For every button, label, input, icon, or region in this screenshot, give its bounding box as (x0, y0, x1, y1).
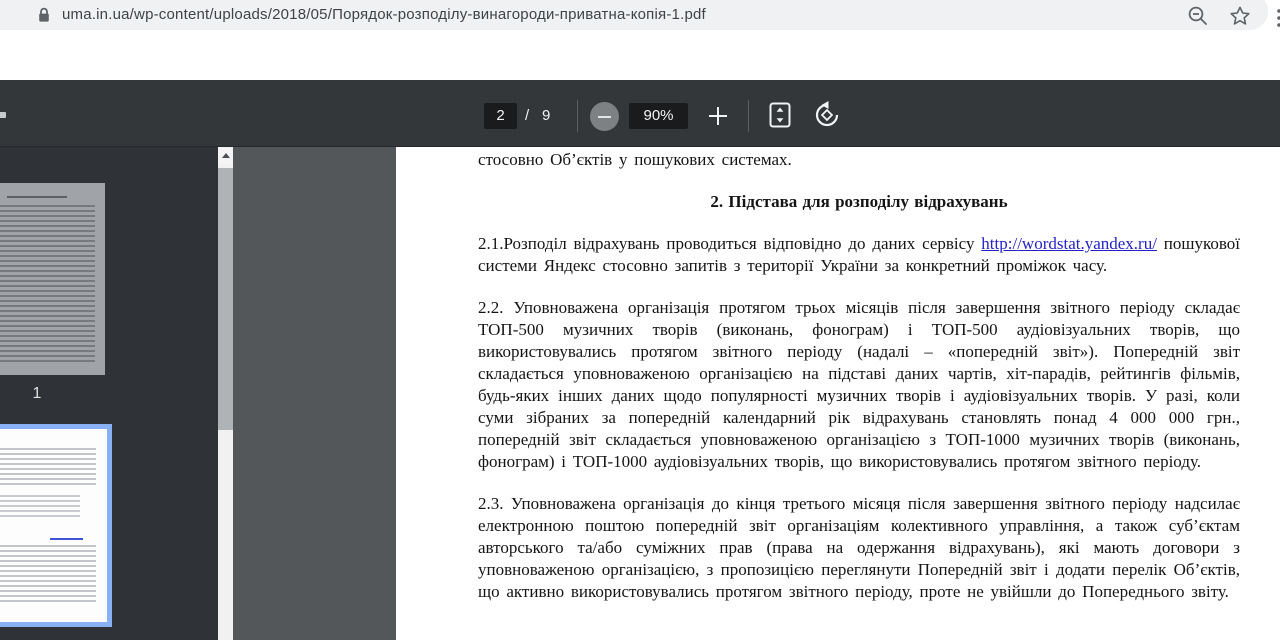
document-text: стосовно Об’єктів у пошукових системах. … (478, 149, 1240, 623)
thumbnail-text-lines (0, 545, 96, 605)
rotate-counterclockwise-button[interactable] (812, 100, 842, 130)
thumbnail-page-2-selected[interactable] (0, 424, 112, 627)
rotate-ccw-icon (812, 100, 842, 130)
paragraph-2-2: 2.2. Уповноважена організація протягом т… (478, 297, 1240, 473)
thumbnail-page-1[interactable] (0, 183, 105, 375)
paragraph-2-3: 2.3. Уповноважена організація до кінця т… (478, 493, 1240, 603)
page-zoom-out-icon[interactable] (1186, 4, 1210, 28)
sidebar-scrollbar[interactable] (218, 147, 233, 640)
bookmark-star-icon[interactable] (1229, 5, 1251, 27)
wordstat-link[interactable]: http://wordstat.yandex.ru/ (981, 234, 1157, 253)
paragraph-tail: стосовно Об’єктів у пошукових системах. (478, 149, 1240, 171)
thumbnail-sidebar: 1 (0, 147, 218, 640)
browser-window: uma.in.ua/wp-content/uploads/2018/05/Пор… (0, 0, 1280, 640)
thumbnail-link-line (50, 538, 83, 540)
fit-page-icon (766, 100, 794, 130)
plus-icon (704, 102, 732, 130)
scrollbar-up-button[interactable] (218, 147, 233, 164)
toolbar-separator (577, 100, 578, 132)
scrollbar-thumb[interactable] (218, 168, 233, 430)
paragraph-2-1-text: 2.1.Розподіл відрахувань проводиться від… (478, 234, 981, 253)
browser-toolbar: uma.in.ua/wp-content/uploads/2018/05/Пор… (0, 0, 1280, 80)
zoom-out-button[interactable] (590, 102, 619, 131)
thumbnail-page-1-label: 1 (0, 385, 105, 403)
pdf-toolbar: 2 / 9 90% (0, 80, 1280, 147)
thumbnail-text-lines (7, 196, 67, 198)
url-text: uma.in.ua/wp-content/uploads/2018/05/Пор… (62, 0, 706, 30)
lock-icon[interactable] (36, 6, 52, 24)
page-divider-label: / (525, 103, 529, 129)
thumbnail-text-lines (0, 205, 95, 363)
thumbnail-text-lines (0, 448, 96, 485)
paragraph-2-1: 2.1.Розподіл відрахувань проводиться від… (478, 233, 1240, 277)
thumbnail-text-lines (0, 495, 80, 520)
minus-icon (598, 116, 611, 118)
fit-to-page-button[interactable] (766, 100, 794, 130)
zoom-level-display: 90% (629, 103, 688, 129)
triangle-up-icon (222, 153, 230, 158)
browser-menu-icon[interactable] (1275, 7, 1280, 29)
section-heading: 2. Підстава для розподілу відрахувань (478, 191, 1240, 213)
pdf-page-2: стосовно Об’єктів у пошукових системах. … (396, 147, 1280, 640)
toolbar-separator (748, 100, 749, 132)
zoom-in-button[interactable] (704, 102, 732, 130)
page-number-input[interactable]: 2 (484, 103, 517, 129)
page-count-label: 9 (542, 103, 550, 129)
toolbar-menu-fragment-icon[interactable] (0, 112, 6, 118)
pdf-viewer-area: стосовно Об’єктів у пошукових системах. … (233, 147, 1280, 640)
